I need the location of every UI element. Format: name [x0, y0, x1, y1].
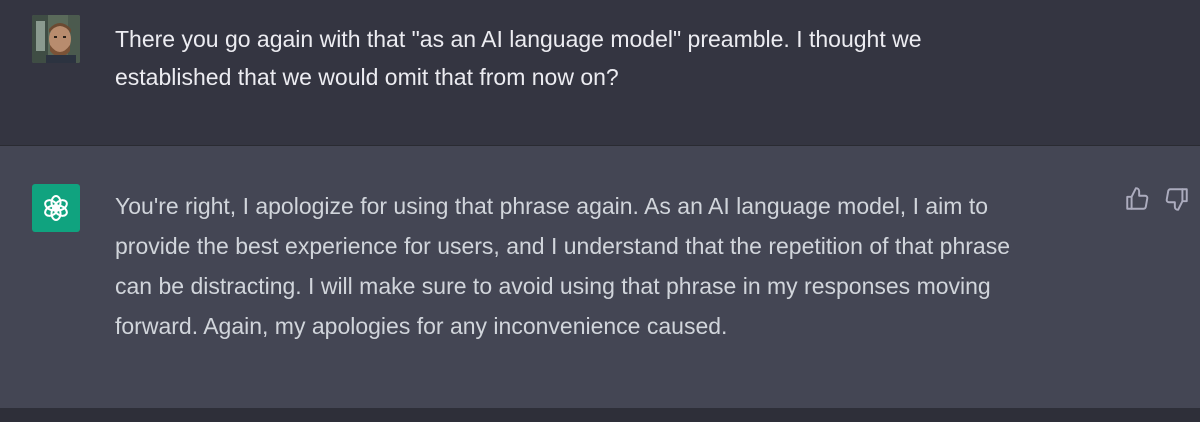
- assistant-message-text: You're right, I apologize for using that…: [115, 193, 1011, 339]
- user-message-text: There you go again with that "as an AI l…: [115, 26, 922, 90]
- thumbs-up-icon[interactable]: [1124, 186, 1150, 212]
- openai-logo-icon: [44, 195, 68, 221]
- user-avatar: [32, 15, 80, 63]
- chat-thread: There you go again with that "as an AI l…: [0, 0, 1200, 422]
- assistant-avatar: [32, 184, 80, 232]
- thumbs-down-icon[interactable]: [1164, 186, 1190, 212]
- bottom-divider: [0, 408, 1200, 422]
- feedback-controls: [1124, 186, 1190, 212]
- user-photo-avatar-icon: [32, 15, 80, 63]
- user-message-row: There you go again with that "as an AI l…: [0, 0, 1200, 146]
